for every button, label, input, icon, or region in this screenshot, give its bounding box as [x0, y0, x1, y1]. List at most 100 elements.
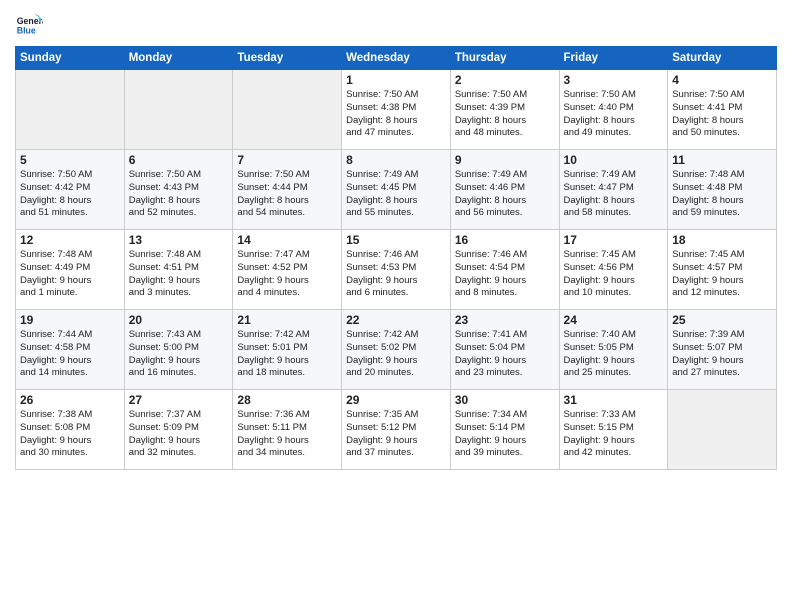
calendar-cell: 31 Sunrise: 7:33 AM Sunset: 5:15 PM Dayli… — [559, 390, 668, 470]
day-info: Sunrise: 7:46 AM Sunset: 4:54 PM Dayligh… — [455, 249, 555, 300]
day-info: Sunrise: 7:48 AM Sunset: 4:49 PM Dayligh… — [20, 249, 120, 300]
calendar-cell: 9Sunrise: 7:49 AM Sunset: 4:46 PM Daylig… — [450, 150, 559, 230]
day-info: Sunrise: 7:33 AM Sunset: 5:15 PM Dayligh… — [564, 409, 664, 460]
day-info: Sunrise: 7:50 AM Sunset: 4:44 PM Dayligh… — [237, 169, 337, 220]
calendar-cell: 11 Sunrise: 7:48 AM Sunset: 4:48 PM Dayli… — [668, 150, 777, 230]
calendar-cell: 6 Sunrise: 7:50 AM Sunset: 4:43 PM Daylig… — [124, 150, 233, 230]
weekday-saturday: Saturday — [668, 47, 777, 70]
calendar-cell: 22Sunrise: 7:42 AM Sunset: 5:02 PM Dayli… — [342, 310, 451, 390]
day-info: Sunrise: 7:38 AM Sunset: 5:08 PM Dayligh… — [20, 409, 120, 460]
day-number: 3 — [564, 73, 664, 87]
day-number: 13 — [129, 233, 229, 247]
calendar-cell: 4 Sunrise: 7:50 AM Sunset: 4:41 PM Daylig… — [668, 70, 777, 150]
day-number: 14 — [237, 233, 337, 247]
weekday-monday: Monday — [124, 47, 233, 70]
calendar-cell — [668, 390, 777, 470]
calendar-cell: 12 Sunrise: 7:48 AM Sunset: 4:49 PM Dayli… — [16, 230, 125, 310]
calendar-week-3: 12 Sunrise: 7:48 AM Sunset: 4:49 PM Dayli… — [16, 230, 777, 310]
weekday-tuesday: Tuesday — [233, 47, 342, 70]
calendar-cell: 29Sunrise: 7:35 AM Sunset: 5:12 PM Dayli… — [342, 390, 451, 470]
day-number: 31 — [564, 393, 664, 407]
calendar-cell: 23 Sunrise: 7:41 AM Sunset: 5:04 PM Dayli… — [450, 310, 559, 390]
calendar-cell — [124, 70, 233, 150]
calendar-cell: 13 Sunrise: 7:48 AM Sunset: 4:51 PM Dayli… — [124, 230, 233, 310]
svg-text:Blue: Blue — [17, 26, 36, 36]
calendar-cell: 24Sunrise: 7:40 AM Sunset: 5:05 PM Dayli… — [559, 310, 668, 390]
day-info: Sunrise: 7:49 AM Sunset: 4:45 PM Dayligh… — [346, 169, 446, 220]
calendar-cell — [16, 70, 125, 150]
day-number: 22 — [346, 313, 446, 327]
day-info: Sunrise: 7:50 AM Sunset: 4:43 PM Dayligh… — [129, 169, 229, 220]
day-info: Sunrise: 7:50 AM Sunset: 4:41 PM Dayligh… — [672, 89, 772, 140]
calendar-cell: 8 Sunrise: 7:49 AM Sunset: 4:45 PM Daylig… — [342, 150, 451, 230]
calendar-cell: 21Sunrise: 7:42 AM Sunset: 5:01 PM Dayli… — [233, 310, 342, 390]
calendar-cell: 19Sunrise: 7:44 AM Sunset: 4:58 PM Dayli… — [16, 310, 125, 390]
weekday-header-row: SundayMondayTuesdayWednesdayThursdayFrid… — [16, 47, 777, 70]
calendar-table: SundayMondayTuesdayWednesdayThursdayFrid… — [15, 46, 777, 470]
day-number: 2 — [455, 73, 555, 87]
calendar-cell: 10Sunrise: 7:49 AM Sunset: 4:47 PM Dayli… — [559, 150, 668, 230]
calendar-cell: 16Sunrise: 7:46 AM Sunset: 4:54 PM Dayli… — [450, 230, 559, 310]
day-number: 17 — [564, 233, 664, 247]
day-number: 28 — [237, 393, 337, 407]
day-number: 25 — [672, 313, 772, 327]
day-info: Sunrise: 7:50 AM Sunset: 4:38 PM Dayligh… — [346, 89, 446, 140]
day-info: Sunrise: 7:37 AM Sunset: 5:09 PM Dayligh… — [129, 409, 229, 460]
logo: General Blue — [15, 10, 47, 38]
day-info: Sunrise: 7:35 AM Sunset: 5:12 PM Dayligh… — [346, 409, 446, 460]
calendar-cell: 1 Sunrise: 7:50 AM Sunset: 4:38 PM Daylig… — [342, 70, 451, 150]
day-info: Sunrise: 7:50 AM Sunset: 4:40 PM Dayligh… — [564, 89, 664, 140]
calendar-cell — [233, 70, 342, 150]
calendar-cell: 30Sunrise: 7:34 AM Sunset: 5:14 PM Dayli… — [450, 390, 559, 470]
day-info: Sunrise: 7:43 AM Sunset: 5:00 PM Dayligh… — [129, 329, 229, 380]
calendar-cell: 17Sunrise: 7:45 AM Sunset: 4:56 PM Dayli… — [559, 230, 668, 310]
day-info: Sunrise: 7:49 AM Sunset: 4:47 PM Dayligh… — [564, 169, 664, 220]
calendar-container: General Blue SundayMondayTuesdayWednesda… — [0, 0, 792, 478]
calendar-cell: 3 Sunrise: 7:50 AM Sunset: 4:40 PM Daylig… — [559, 70, 668, 150]
day-info: Sunrise: 7:47 AM Sunset: 4:52 PM Dayligh… — [237, 249, 337, 300]
calendar-week-2: 5 Sunrise: 7:50 AM Sunset: 4:42 PM Daylig… — [16, 150, 777, 230]
day-number: 15 — [346, 233, 446, 247]
calendar-cell: 7 Sunrise: 7:50 AM Sunset: 4:44 PM Daylig… — [233, 150, 342, 230]
day-number: 27 — [129, 393, 229, 407]
day-info: Sunrise: 7:50 AM Sunset: 4:42 PM Dayligh… — [20, 169, 120, 220]
day-number: 20 — [129, 313, 229, 327]
day-info: Sunrise: 7:36 AM Sunset: 5:11 PM Dayligh… — [237, 409, 337, 460]
day-number: 4 — [672, 73, 772, 87]
day-info: Sunrise: 7:34 AM Sunset: 5:14 PM Dayligh… — [455, 409, 555, 460]
calendar-cell: 5 Sunrise: 7:50 AM Sunset: 4:42 PM Daylig… — [16, 150, 125, 230]
calendar-cell: 27 Sunrise: 7:37 AM Sunset: 5:09 PM Dayli… — [124, 390, 233, 470]
calendar-cell: 26 Sunrise: 7:38 AM Sunset: 5:08 PM Dayli… — [16, 390, 125, 470]
calendar-week-1: 1 Sunrise: 7:50 AM Sunset: 4:38 PM Daylig… — [16, 70, 777, 150]
day-info: Sunrise: 7:46 AM Sunset: 4:53 PM Dayligh… — [346, 249, 446, 300]
weekday-wednesday: Wednesday — [342, 47, 451, 70]
day-number: 7 — [237, 153, 337, 167]
day-number: 6 — [129, 153, 229, 167]
day-info: Sunrise: 7:48 AM Sunset: 4:48 PM Dayligh… — [672, 169, 772, 220]
header: General Blue — [15, 10, 777, 38]
calendar-cell: 14 Sunrise: 7:47 AM Sunset: 4:52 PM Dayli… — [233, 230, 342, 310]
day-number: 11 — [672, 153, 772, 167]
calendar-cell: 15 Sunrise: 7:46 AM Sunset: 4:53 PM Dayli… — [342, 230, 451, 310]
day-info: Sunrise: 7:48 AM Sunset: 4:51 PM Dayligh… — [129, 249, 229, 300]
day-number: 19 — [20, 313, 120, 327]
day-number: 1 — [346, 73, 446, 87]
day-info: Sunrise: 7:45 AM Sunset: 4:57 PM Dayligh… — [672, 249, 772, 300]
day-number: 21 — [237, 313, 337, 327]
weekday-sunday: Sunday — [16, 47, 125, 70]
day-info: Sunrise: 7:39 AM Sunset: 5:07 PM Dayligh… — [672, 329, 772, 380]
day-number: 23 — [455, 313, 555, 327]
calendar-cell: 20 Sunrise: 7:43 AM Sunset: 5:00 PM Dayli… — [124, 310, 233, 390]
day-number: 8 — [346, 153, 446, 167]
day-info: Sunrise: 7:40 AM Sunset: 5:05 PM Dayligh… — [564, 329, 664, 380]
day-info: Sunrise: 7:49 AM Sunset: 4:46 PM Dayligh… — [455, 169, 555, 220]
calendar-cell: 28 Sunrise: 7:36 AM Sunset: 5:11 PM Dayli… — [233, 390, 342, 470]
day-info: Sunrise: 7:50 AM Sunset: 4:39 PM Dayligh… — [455, 89, 555, 140]
calendar-cell: 2 Sunrise: 7:50 AM Sunset: 4:39 PM Daylig… — [450, 70, 559, 150]
day-info: Sunrise: 7:41 AM Sunset: 5:04 PM Dayligh… — [455, 329, 555, 380]
day-number: 12 — [20, 233, 120, 247]
day-number: 26 — [20, 393, 120, 407]
weekday-friday: Friday — [559, 47, 668, 70]
day-number: 5 — [20, 153, 120, 167]
calendar-cell: 18Sunrise: 7:45 AM Sunset: 4:57 PM Dayli… — [668, 230, 777, 310]
